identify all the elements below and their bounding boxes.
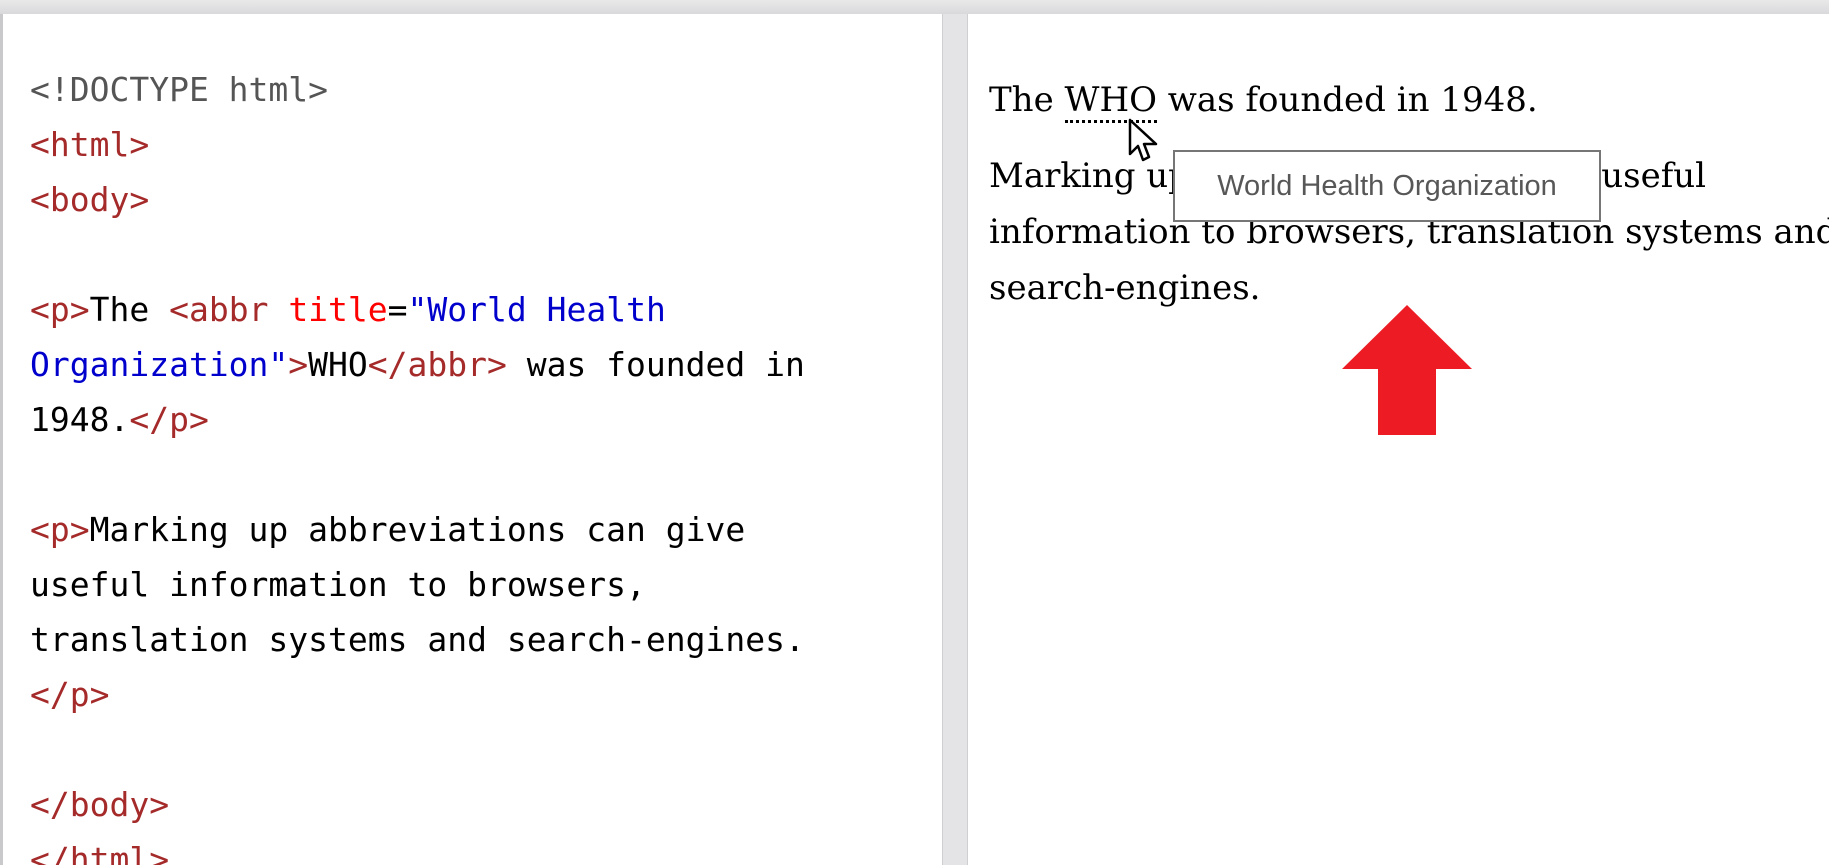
abbr-tooltip: World Health Organization — [1173, 150, 1601, 222]
rendered-paragraph-1: The WHO was founded in 1948. — [989, 72, 1829, 128]
p1-close-tag: </p> — [129, 400, 209, 439]
html-close-tag: </html> — [30, 840, 170, 865]
p2-open-tag: <p> — [30, 510, 90, 549]
attr-equals: = — [387, 290, 408, 329]
window-top-bar — [0, 0, 1829, 15]
red-up-arrow-icon — [1342, 305, 1472, 435]
preview-panel: The WHO was founded in 1948. Marking up … — [968, 14, 1829, 865]
p2-close-tag: </p> — [30, 675, 110, 714]
p1-text-rest2: 1948. — [30, 400, 130, 439]
attr-value-part1: "World Health — [407, 290, 666, 329]
abbr-code-text: WHO — [308, 345, 368, 384]
attr-title: title — [288, 290, 388, 329]
body-open-tag: <body> — [30, 180, 150, 219]
who-abbreviation[interactable]: WHO — [1064, 80, 1157, 123]
body-close-tag: </body> — [30, 785, 170, 824]
p1-text-rest1: was founded in — [506, 345, 805, 384]
doctype: <!DOCTYPE html> — [30, 70, 329, 109]
abbr-open-start: <abbr — [169, 290, 269, 329]
code-text[interactable]: <!DOCTYPE html> <html> <body> <p>The <ab… — [30, 62, 805, 865]
html-open-tag: <html> — [30, 125, 150, 164]
p1-after: was founded in 1948. — [1157, 80, 1538, 120]
panel-divider[interactable] — [942, 14, 968, 865]
mouse-pointer-icon — [1128, 118, 1158, 162]
code-editor-panel[interactable]: <!DOCTYPE html> <html> <body> <p>The <ab… — [0, 14, 942, 865]
p1-before: The — [989, 80, 1065, 120]
abbr-close-tag: </abbr> — [367, 345, 507, 384]
p1-text-the: The — [89, 290, 170, 329]
attr-value-part2: Organization" — [30, 345, 289, 384]
p2-line2: useful information to browsers, — [30, 565, 646, 604]
p2-line3: translation systems and search-engines. — [30, 620, 805, 659]
p2-line1: Marking up abbreviations can give — [89, 510, 746, 549]
p1-open-tag: <p> — [30, 290, 90, 329]
abbr-open-end: > — [288, 345, 309, 384]
